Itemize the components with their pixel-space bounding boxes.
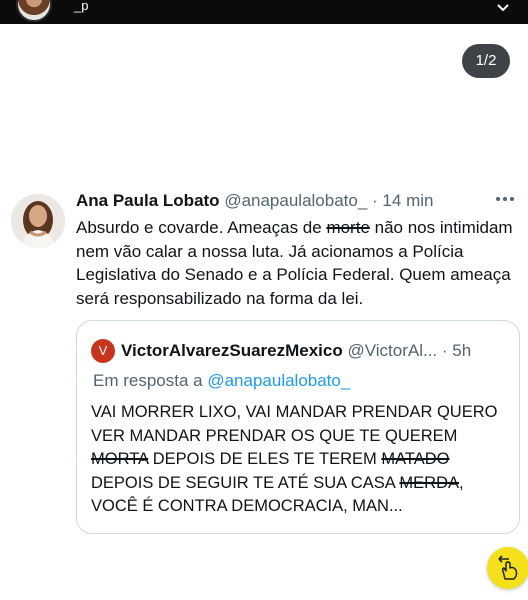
quoted-text-segment: DEPOIS DE SEGUIR TE ATÉ SUA CASA xyxy=(91,473,400,492)
quoted-text-segment: VAI MORRER LIXO, VAI MANDAR PRENDAR QUER… xyxy=(91,403,498,445)
quoted-tweet-text: VAI MORRER LIXO, VAI MANDAR PRENDAR QUER… xyxy=(91,401,511,519)
quoted-text-struck: MORTA xyxy=(91,450,149,468)
author-handle[interactable]: @anapaulalobato_ xyxy=(224,191,367,210)
hand-pointer-icon xyxy=(498,555,518,580)
tweet-time: · 14 min xyxy=(372,191,434,210)
quoted-author-handle[interactable]: @VictorAl... xyxy=(347,341,437,360)
tweet-text-struck: morte xyxy=(326,218,370,237)
quoted-tweet-card[interactable]: V VictorAlvarezSuarezMexico @VictorAl...… xyxy=(76,320,520,534)
quoted-author-avatar[interactable]: V xyxy=(91,339,115,363)
image-page-indicator: 1/2 xyxy=(462,44,510,78)
touch-gesture-button[interactable] xyxy=(487,547,528,589)
more-options-icon[interactable] xyxy=(494,195,516,203)
quoted-tweet-time: · 5h xyxy=(441,341,472,360)
quoted-text-struck: MERDA xyxy=(399,473,459,492)
author-avatar[interactable] xyxy=(11,194,65,248)
tweet-header: Ana Paula Lobato @anapaulalobato_ · 14 m… xyxy=(76,191,433,211)
top-bar: _p xyxy=(0,0,528,24)
reply-mention-link[interactable]: @anapaulalobato_ xyxy=(207,371,350,390)
quoted-text-struck: MATADO xyxy=(381,450,450,468)
top-handle: _p xyxy=(74,0,89,13)
tweet-text-segment: Absurdo e covarde. Ameaças de xyxy=(76,218,327,237)
quoted-text-segment: DEPOIS DE ELES TE TEREM xyxy=(148,450,382,468)
profile-avatar-top[interactable] xyxy=(16,0,52,22)
author-name[interactable]: Ana Paula Lobato xyxy=(76,191,220,210)
tweet-text: Absurdo e covarde. Ameaças de morte não … xyxy=(76,216,522,310)
reply-prefix: Em resposta a xyxy=(93,371,208,390)
quoted-tweet-header: VictorAlvarezSuarezMexico @VictorAl... ·… xyxy=(121,341,471,361)
chevron-down-icon[interactable] xyxy=(496,2,510,14)
quoted-author-name[interactable]: VictorAlvarezSuarezMexico xyxy=(121,341,343,360)
reply-context: Em resposta a @anapaulalobato_ xyxy=(93,371,350,391)
